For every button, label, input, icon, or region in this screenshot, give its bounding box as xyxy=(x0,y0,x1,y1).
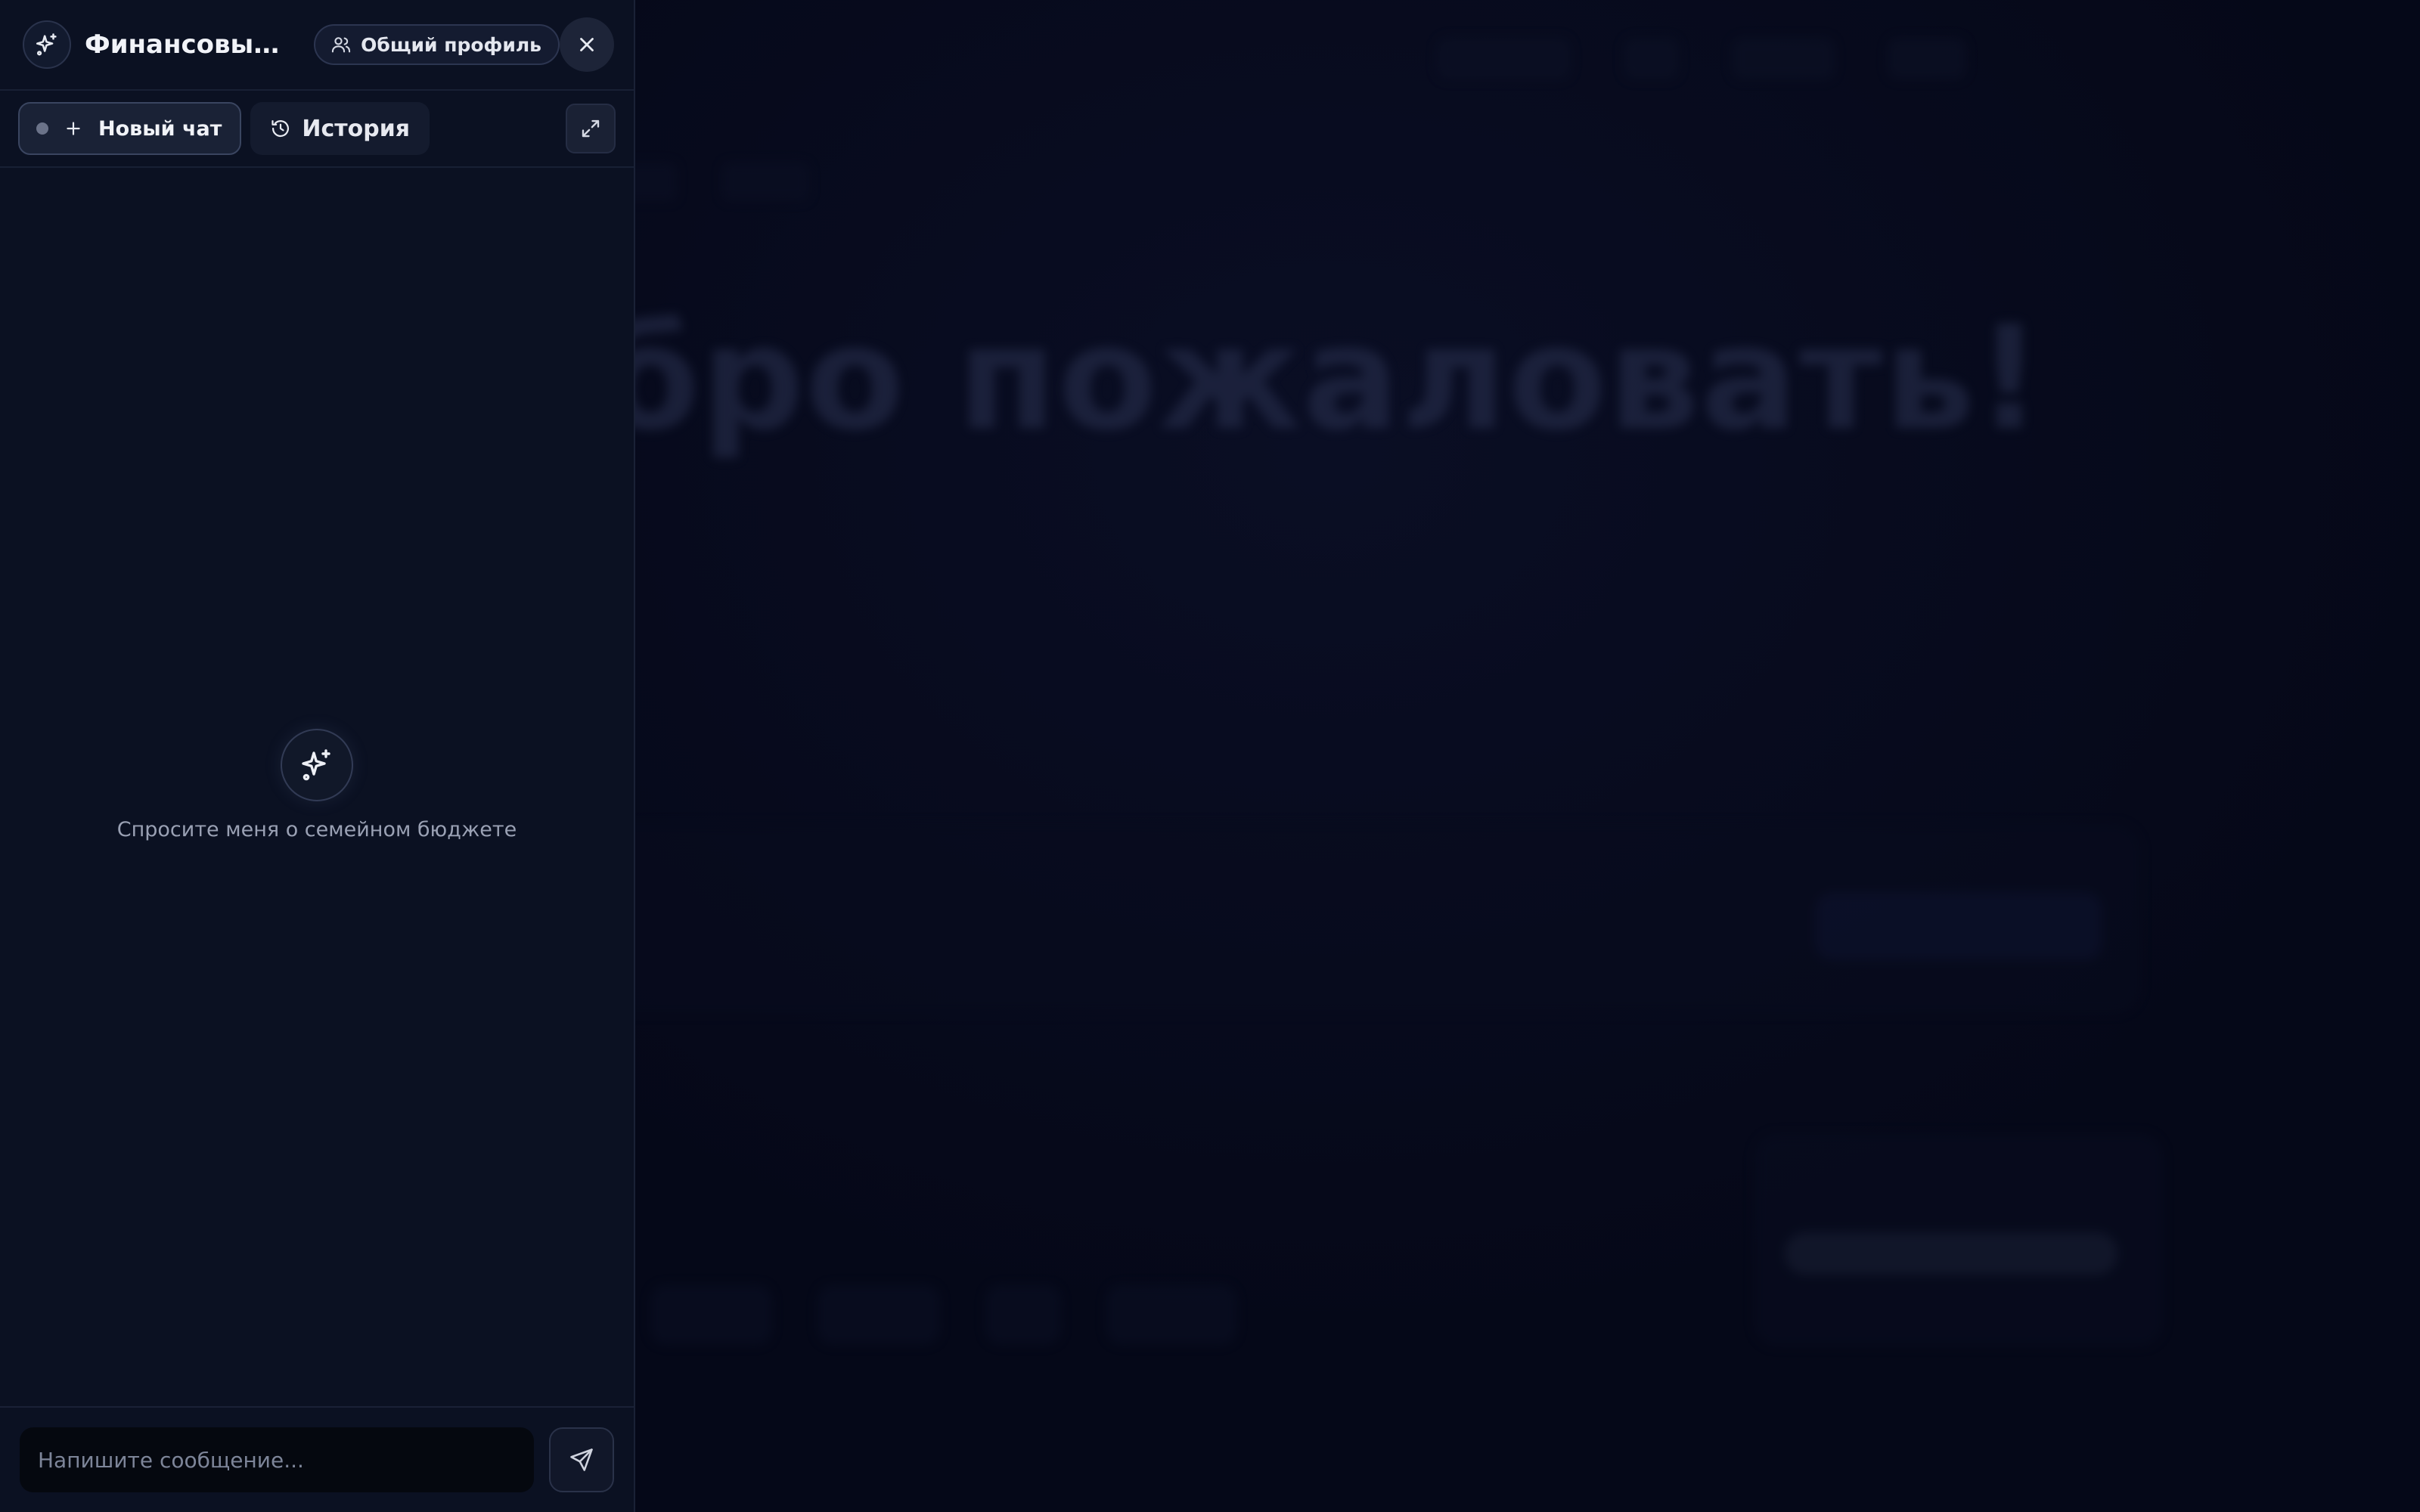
send-button[interactable] xyxy=(549,1427,614,1492)
background-hero-subtitle xyxy=(1097,514,1106,551)
plus-icon xyxy=(67,122,80,135)
expand-button[interactable] xyxy=(566,104,616,153)
background-crumb xyxy=(722,163,809,201)
background-tabs xyxy=(650,1285,1236,1344)
history-label: История xyxy=(302,115,411,142)
background-nav-chip xyxy=(1887,38,1967,79)
close-button[interactable] xyxy=(560,17,614,72)
new-chat-button[interactable]: Новый чат xyxy=(18,102,242,155)
background-nav xyxy=(1437,38,1967,79)
sparkles-icon xyxy=(302,749,330,781)
background-side-title xyxy=(1792,1172,1801,1205)
new-chat-label: Новый чат xyxy=(98,116,222,141)
history-icon xyxy=(271,119,290,138)
panel-toolbar: Новый чат История xyxy=(0,91,634,168)
sparkles-icon xyxy=(36,33,57,56)
background-nav-chip xyxy=(1437,38,1571,79)
empty-state-text: Спросите меня о семейном бюджете xyxy=(116,818,517,841)
background-hero-title: обро пожаловать! xyxy=(499,295,2044,462)
background-tab xyxy=(650,1285,773,1344)
users-icon xyxy=(331,37,351,53)
close-icon xyxy=(580,38,594,51)
message-composer xyxy=(0,1406,634,1512)
panel-header: Финансовый кон... Общий профиль xyxy=(0,0,634,91)
profile-chip-label: Общий профиль xyxy=(361,33,541,56)
expand-icon xyxy=(582,119,600,138)
background-card-text xyxy=(605,862,1127,907)
message-input[interactable] xyxy=(20,1427,534,1492)
background-tab xyxy=(1106,1285,1236,1344)
panel-title: Финансовый кон... xyxy=(85,29,296,60)
status-dot xyxy=(36,122,48,135)
assistant-panel: Финансовый кон... Общий профиль Новый ча… xyxy=(0,0,635,1512)
empty-state: Спросите меня о семейном бюджете xyxy=(0,729,634,841)
background-tab xyxy=(818,1285,940,1344)
history-button[interactable]: История xyxy=(250,102,430,155)
empty-state-badge xyxy=(281,729,353,801)
background-nav-chip xyxy=(1732,38,1835,79)
send-icon xyxy=(570,1448,593,1471)
chat-body: Спросите меня о семейном бюджете xyxy=(0,168,634,1406)
profile-chip[interactable]: Общий профиль xyxy=(314,24,560,65)
assistant-logo xyxy=(23,20,71,69)
background-card-button xyxy=(1815,892,2102,960)
background-tab xyxy=(985,1285,1062,1344)
background-side-pill xyxy=(1785,1232,2118,1275)
background-nav-chip xyxy=(1624,38,1680,79)
